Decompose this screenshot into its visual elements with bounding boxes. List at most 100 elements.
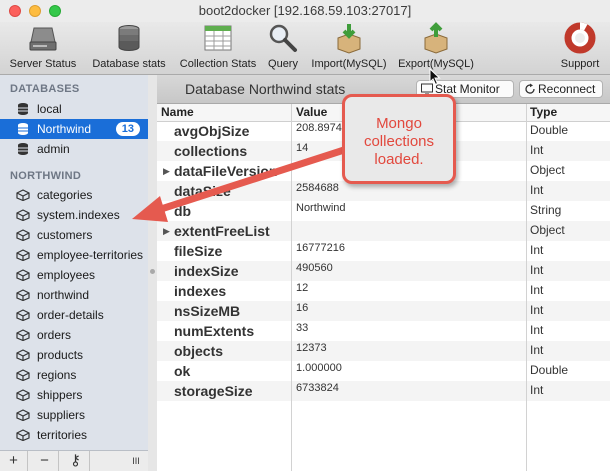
column-header-value[interactable]: Value [296, 105, 327, 119]
stat-value: 16777216 [296, 242, 345, 254]
collection-icon [16, 389, 30, 401]
support-button[interactable]: Support [556, 22, 604, 74]
toolbar-label: Import(MySQL) [311, 58, 387, 70]
table-icon [204, 25, 232, 51]
export-mysql-button[interactable]: Export(MySQL) [394, 22, 478, 74]
stat-name: dataSize [174, 183, 231, 199]
stat-name: avgObjSize [174, 123, 250, 139]
query-button[interactable]: Query [262, 22, 304, 74]
database-name: Northwind [37, 122, 92, 136]
stat-name: indexes [174, 283, 227, 299]
table-row[interactable]: dataSize 2584688 Int [157, 181, 610, 201]
sidebar-item-collection[interactable]: products [0, 345, 148, 365]
table-row[interactable]: indexSize 490560 Int [157, 261, 610, 281]
sidebar-item-local[interactable]: local [0, 99, 148, 119]
collection-name: shippers [37, 388, 83, 402]
table-row[interactable]: numExtents 33 Int [157, 321, 610, 341]
database-icon [18, 123, 28, 135]
sidebar-item-collection[interactable]: system.indexes [0, 205, 148, 225]
sidebar-item-collection[interactable]: suppliers [0, 405, 148, 425]
table-row[interactable]: db Northwind String [157, 201, 610, 221]
database-name: admin [37, 142, 70, 156]
reconnect-button[interactable]: Reconnect [519, 80, 603, 98]
panel-title: Database Northwind stats [185, 81, 346, 97]
table-row[interactable]: objects 12373 Int [157, 341, 610, 361]
sidebar-item-collection[interactable]: employees [0, 265, 148, 285]
mouse-cursor-icon [429, 68, 441, 86]
collection-icon [16, 349, 30, 361]
collection-name: orders [37, 328, 72, 342]
stat-type: Int [530, 383, 544, 397]
key-icon[interactable]: ⚷ [62, 451, 90, 471]
disclosure-triangle-icon[interactable]: ▶ [163, 166, 170, 177]
database-name: local [37, 102, 62, 116]
stat-value: 33 [296, 322, 309, 334]
stat-name: ok [174, 363, 191, 379]
stat-value: 16 [296, 302, 309, 314]
collection-name: territories [37, 428, 88, 442]
collection-stats-button[interactable]: Collection Stats [174, 22, 262, 74]
window-title: boot2docker [192.168.59.103:27017] [198, 3, 412, 18]
table-row[interactable]: nsSizeMB 16 Int [157, 301, 610, 321]
sidebar-item-collection[interactable]: regions [0, 365, 148, 385]
collection-name: employee-territories [37, 248, 144, 262]
column-header-name[interactable]: Name [161, 105, 194, 119]
collection-icon [16, 249, 30, 261]
reload-icon [525, 83, 535, 94]
divider-grip [150, 269, 155, 274]
sidebar-item-collection[interactable]: orders [0, 325, 148, 345]
server-status-button[interactable]: Server Status [6, 22, 80, 74]
toolbar-label: Database stats [92, 58, 166, 70]
reconnect-label: Reconnect [538, 82, 596, 96]
sidebar-item-collection[interactable]: shippers [0, 385, 148, 405]
app-window: boot2docker [192.168.59.103:27017] Serve… [0, 0, 610, 471]
stat-type: Int [530, 243, 544, 257]
collection-count-badge: 13 [115, 122, 140, 136]
stat-type: Double [530, 363, 569, 377]
stat-value: 14 [296, 142, 309, 154]
stat-type: Object [530, 223, 565, 237]
stat-value: 1.000000 [296, 362, 342, 374]
sidebar-item-collection[interactable]: territories [0, 425, 148, 445]
stat-name: objects [174, 343, 224, 359]
collection-name: order-details [37, 308, 104, 322]
stat-value: 490560 [296, 262, 333, 274]
sidebar-item-northwind[interactable]: Northwind 13 [0, 119, 148, 139]
sidebar-item-collection[interactable]: customers [0, 225, 148, 245]
add-button[interactable]: + [0, 451, 28, 471]
stat-name: fileSize [174, 243, 223, 259]
collection-icon [16, 329, 30, 341]
column-header-type[interactable]: Type [530, 105, 557, 119]
collection-name: employees [37, 268, 96, 282]
resize-handle[interactable]: III [124, 451, 148, 471]
table-row[interactable]: ▶ extentFreeList Object [157, 221, 610, 241]
stat-value: 208.8974 [296, 122, 342, 134]
stat-value: 12 [296, 282, 309, 294]
stat-type: Object [530, 163, 565, 177]
magnifier-icon [269, 24, 297, 52]
stat-name: indexSize [174, 263, 239, 279]
stat-type: Int [530, 143, 544, 157]
export-box-icon [424, 22, 448, 54]
stat-name: nsSizeMB [174, 303, 241, 319]
disclosure-triangle-icon[interactable]: ▶ [163, 226, 170, 237]
sidebar-item-admin[interactable]: admin [0, 139, 148, 159]
sidebar-item-collection[interactable]: order-details [0, 305, 148, 325]
table-row[interactable]: indexes 12 Int [157, 281, 610, 301]
collection-icon [16, 289, 30, 301]
sidebar-item-collection[interactable]: employee-territories [0, 245, 148, 265]
collection-icon [16, 189, 30, 201]
sidebar-item-collection[interactable]: categories [0, 185, 148, 205]
import-box-icon [337, 24, 361, 54]
sidebar-item-collection[interactable]: northwind [0, 285, 148, 305]
stat-name: extentFreeList [174, 223, 270, 239]
database-icon [118, 25, 140, 51]
import-mysql-button[interactable]: Import(MySQL) [306, 22, 392, 74]
column-divider [291, 104, 292, 471]
table-row[interactable]: storageSize 6733824 Int [157, 381, 610, 401]
table-row[interactable]: fileSize 16777216 Int [157, 241, 610, 261]
remove-button[interactable]: − [31, 451, 59, 471]
database-stats-button[interactable]: Database stats [86, 22, 172, 74]
column-divider [526, 104, 527, 471]
table-row[interactable]: ok 1.000000 Double [157, 361, 610, 381]
